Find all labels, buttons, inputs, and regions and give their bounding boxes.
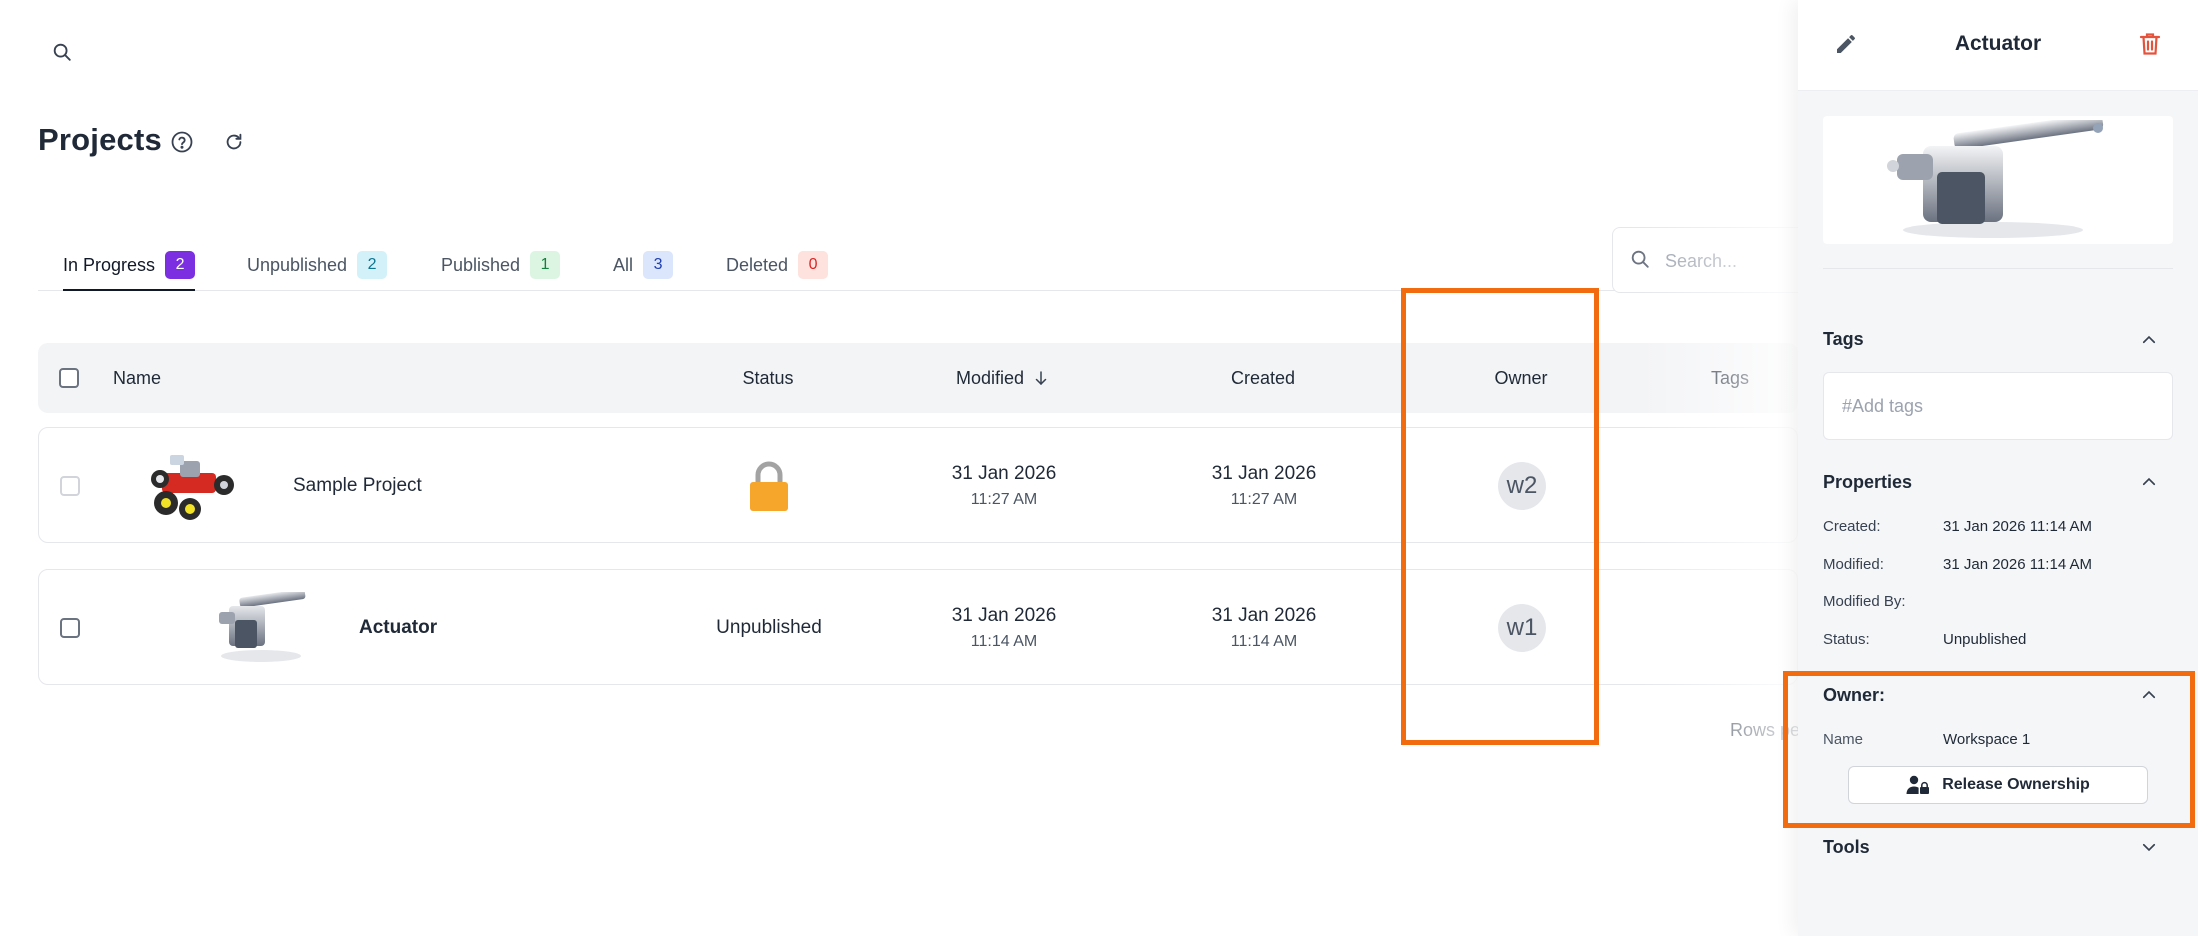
project-name[interactable]: Sample Project	[293, 466, 422, 506]
chevron-down-icon[interactable]	[2138, 836, 2160, 858]
tab-label: All	[613, 254, 634, 275]
tab-label: Deleted	[726, 254, 789, 275]
tab-in-progress[interactable]: In Progress 2	[63, 240, 196, 291]
search-icon[interactable]	[44, 34, 80, 70]
column-header-tags[interactable]: Tags	[1670, 343, 1790, 413]
search-input[interactable]	[1663, 246, 1807, 276]
table-row[interactable]: Actuator Unpublished 31 Jan 2026 11:14 A…	[38, 569, 1798, 685]
chevron-up-icon[interactable]	[2138, 471, 2160, 493]
properties-section-title: Properties	[1823, 472, 1913, 492]
arrow-down-icon	[1032, 369, 1050, 387]
property-value: 31 Jan 2026 11:14 AM	[1943, 556, 2093, 573]
owner-avatar[interactable]: w2	[1498, 462, 1546, 510]
table-row[interactable]: Sample Project 31 Jan 2026 11:27 AM 31 J…	[38, 427, 1798, 543]
refresh-icon[interactable]	[220, 128, 248, 156]
status-text: Unpublished	[716, 617, 822, 638]
user-lock-icon	[1906, 775, 1930, 795]
chevron-up-icon[interactable]	[2138, 329, 2160, 351]
property-label: Status:	[1823, 631, 1870, 648]
search-box	[1612, 227, 1813, 293]
column-header-name[interactable]: Name	[113, 343, 161, 413]
page-title: Projects	[38, 122, 162, 157]
owner-section-title: Owner:	[1823, 685, 1886, 705]
project-name[interactable]: Actuator	[359, 608, 437, 648]
column-header-modified-label: Modified	[955, 367, 1025, 388]
created-time: 11:27 AM	[1230, 491, 1298, 508]
panel-header: Actuator	[1798, 0, 2198, 91]
divider	[1823, 268, 2173, 269]
owner-avatar[interactable]: w1	[1498, 604, 1546, 652]
count-badge: 2	[165, 251, 196, 279]
property-value: Unpublished	[1943, 631, 2027, 648]
rows-per-page-label: Rows pe	[1730, 720, 1801, 740]
count-badge: 3	[643, 251, 674, 279]
trash-icon[interactable]	[2132, 26, 2168, 62]
modified-date: 31 Jan 2026	[951, 605, 1057, 626]
property-label: Created:	[1823, 518, 1881, 535]
count-badge: 1	[530, 251, 561, 279]
tags-section-title: Tags	[1823, 329, 1864, 349]
column-header-modified[interactable]: Modified	[893, 343, 1113, 413]
tab-published[interactable]: Published 1	[441, 240, 561, 290]
help-icon[interactable]	[168, 128, 196, 156]
chevron-up-icon[interactable]	[2138, 684, 2160, 706]
owner-name-value: Workspace 1	[1943, 731, 2031, 748]
tab-label: In Progress	[63, 254, 156, 275]
count-badge: 2	[357, 251, 388, 279]
property-value: 31 Jan 2026 11:14 AM	[1943, 518, 2093, 535]
tools-section-title: Tools	[1823, 837, 1870, 857]
property-label: Modified:	[1823, 556, 1884, 573]
created-date: 31 Jan 2026	[1211, 463, 1317, 484]
project-thumbnail	[137, 448, 247, 522]
row-checkbox[interactable]	[60, 476, 80, 496]
tags-input[interactable]	[1823, 372, 2173, 440]
tab-label: Unpublished	[247, 254, 348, 275]
tab-unpublished[interactable]: Unpublished 2	[247, 240, 388, 290]
project-thumbnail	[207, 592, 311, 664]
row-checkbox[interactable]	[60, 618, 80, 638]
column-header-status[interactable]: Status	[658, 343, 878, 413]
column-header-created[interactable]: Created	[1153, 343, 1373, 413]
lock-icon	[659, 458, 879, 514]
tab-label: Published	[441, 254, 521, 275]
property-label: Modified By:	[1823, 593, 1906, 610]
tab-all[interactable]: All 3	[613, 240, 674, 290]
tab-deleted[interactable]: Deleted 0	[726, 240, 829, 290]
project-preview-image	[1823, 116, 2173, 244]
count-badge: 0	[798, 251, 829, 279]
created-date: 31 Jan 2026	[1211, 605, 1317, 626]
table-header: Name Status Modified Created Owner Tags	[38, 343, 1798, 413]
release-ownership-label: Release Ownership	[1942, 776, 2090, 793]
select-all-checkbox[interactable]	[59, 368, 79, 388]
owner-name-label: Name	[1823, 731, 1864, 748]
created-time: 11:14 AM	[1230, 633, 1298, 650]
tab-bar: In Progress 2 Unpublished 2 Published 1 …	[38, 240, 1798, 291]
release-ownership-button[interactable]: Release Ownership	[1848, 766, 2148, 804]
search-icon	[1629, 248, 1651, 275]
details-panel: Actuator Tags Properties Created: 31 Jan…	[1798, 0, 2198, 936]
modified-date: 31 Jan 2026	[951, 463, 1057, 484]
modified-time: 11:14 AM	[970, 633, 1038, 650]
modified-time: 11:27 AM	[970, 491, 1038, 508]
column-header-owner[interactable]: Owner	[1411, 343, 1631, 413]
